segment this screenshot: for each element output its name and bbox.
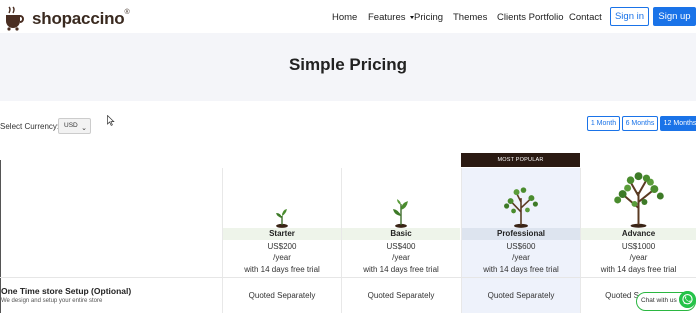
nav-pricing[interactable]: Pricing <box>414 12 443 23</box>
plan-period: /year <box>392 253 410 262</box>
seedling-icon <box>393 199 408 228</box>
logo-text: shopaccino® <box>32 9 130 28</box>
plan-column-basic: Basic US$400 /year with 14 days free tri… <box>341 168 460 313</box>
plan-price: US$1000 <box>621 242 656 251</box>
row-divider <box>0 277 696 278</box>
plan-name: Advance <box>621 229 656 238</box>
plan-period: /year <box>629 253 648 262</box>
plan-trial: with 14 days free trial <box>363 265 439 274</box>
setup-row-title: One Time store Setup (Optional) <box>1 286 132 296</box>
plan-period: /year <box>512 253 530 262</box>
plan-trial: with 14 days free trial <box>483 265 559 274</box>
plan-name: Professional <box>496 229 545 238</box>
sprout-icon <box>276 209 288 228</box>
plan-setup-value: Quoted Separately <box>248 291 316 300</box>
plan-period: /year <box>273 253 291 262</box>
chat-label: Chat with us <box>641 297 677 304</box>
chevron-down-icon: ⌄ <box>81 125 87 132</box>
plan-setup-value: Quoted Separately <box>487 291 555 300</box>
small-tree-icon <box>504 187 538 228</box>
cup-logo-icon <box>6 6 24 31</box>
plan-column-starter: Starter US$200 /year with 14 days free t… <box>222 168 341 313</box>
site-header: shopaccino® Home Features Pricing Themes… <box>0 0 696 33</box>
mouse-pointer-icon <box>107 115 115 126</box>
setup-row-subtitle: We design and setup your entire store <box>1 298 103 304</box>
period-6-months[interactable]: 6 Months <box>622 116 658 131</box>
plan-price: US$600 <box>506 242 536 251</box>
plan-price: US$200 <box>267 242 297 251</box>
large-tree-icon <box>614 172 664 228</box>
currency-value: USD <box>64 122 78 129</box>
whatsapp-icon[interactable] <box>679 291 696 308</box>
hero-banner: Simple Pricing <box>0 33 696 101</box>
period-1-month[interactable]: 1 Month <box>587 116 620 131</box>
page-title: Simple Pricing <box>288 55 408 74</box>
currency-select[interactable]: USD ⌄ <box>58 118 91 134</box>
plan-name: Basic <box>390 229 412 238</box>
period-12-months[interactable]: 12 Months <box>660 116 696 131</box>
chevron-down-icon <box>409 15 414 19</box>
plan-name: Starter <box>269 229 295 238</box>
currency-label: Select Currency: <box>0 122 60 131</box>
plan-trial: with 14 days free trial <box>600 265 677 274</box>
plan-column-professional: Professional US$600 /year with 14 days f… <box>461 168 580 313</box>
nav-contact[interactable]: Contact <box>569 12 602 23</box>
nav-home[interactable]: Home <box>332 12 357 23</box>
most-popular-badge: MOST POPULAR <box>461 153 580 167</box>
signin-button[interactable]: Sign in <box>610 7 649 26</box>
plan-setup-value: Quoted Separately <box>367 291 435 300</box>
nav-features[interactable]: Features <box>368 12 414 23</box>
plan-trial: with 14 days free trial <box>244 265 320 274</box>
nav-clients-portfolio[interactable]: Clients Portfolio <box>497 12 564 23</box>
plan-price: US$400 <box>386 242 416 251</box>
signup-button[interactable]: Sign up <box>653 7 696 26</box>
nav-themes[interactable]: Themes <box>453 12 487 23</box>
